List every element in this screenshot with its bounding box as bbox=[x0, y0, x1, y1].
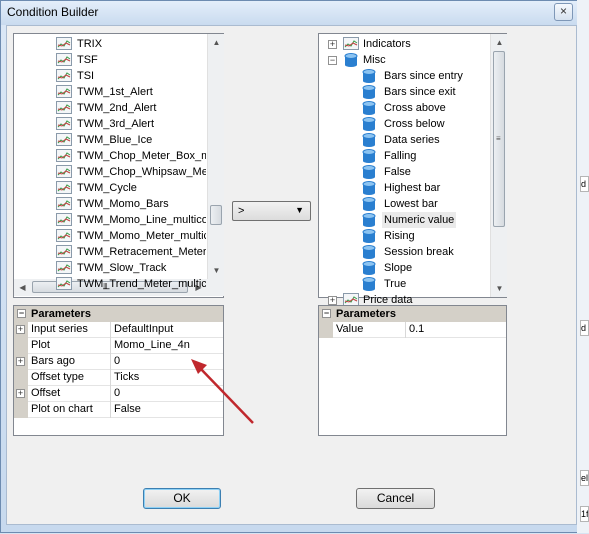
condition-builder-window: Condition Builder × ▲ ▼ ◀ III ▶ TRIX TSF T… bbox=[0, 0, 589, 533]
background-field: el bbox=[580, 470, 589, 486]
background-window-edge bbox=[577, 0, 589, 533]
background-field: d bbox=[580, 320, 589, 336]
annotation-arrow bbox=[191, 359, 254, 424]
arrow-shaft bbox=[198, 366, 254, 424]
background-field: 1f bbox=[580, 506, 589, 522]
background-field: d bbox=[580, 176, 589, 192]
